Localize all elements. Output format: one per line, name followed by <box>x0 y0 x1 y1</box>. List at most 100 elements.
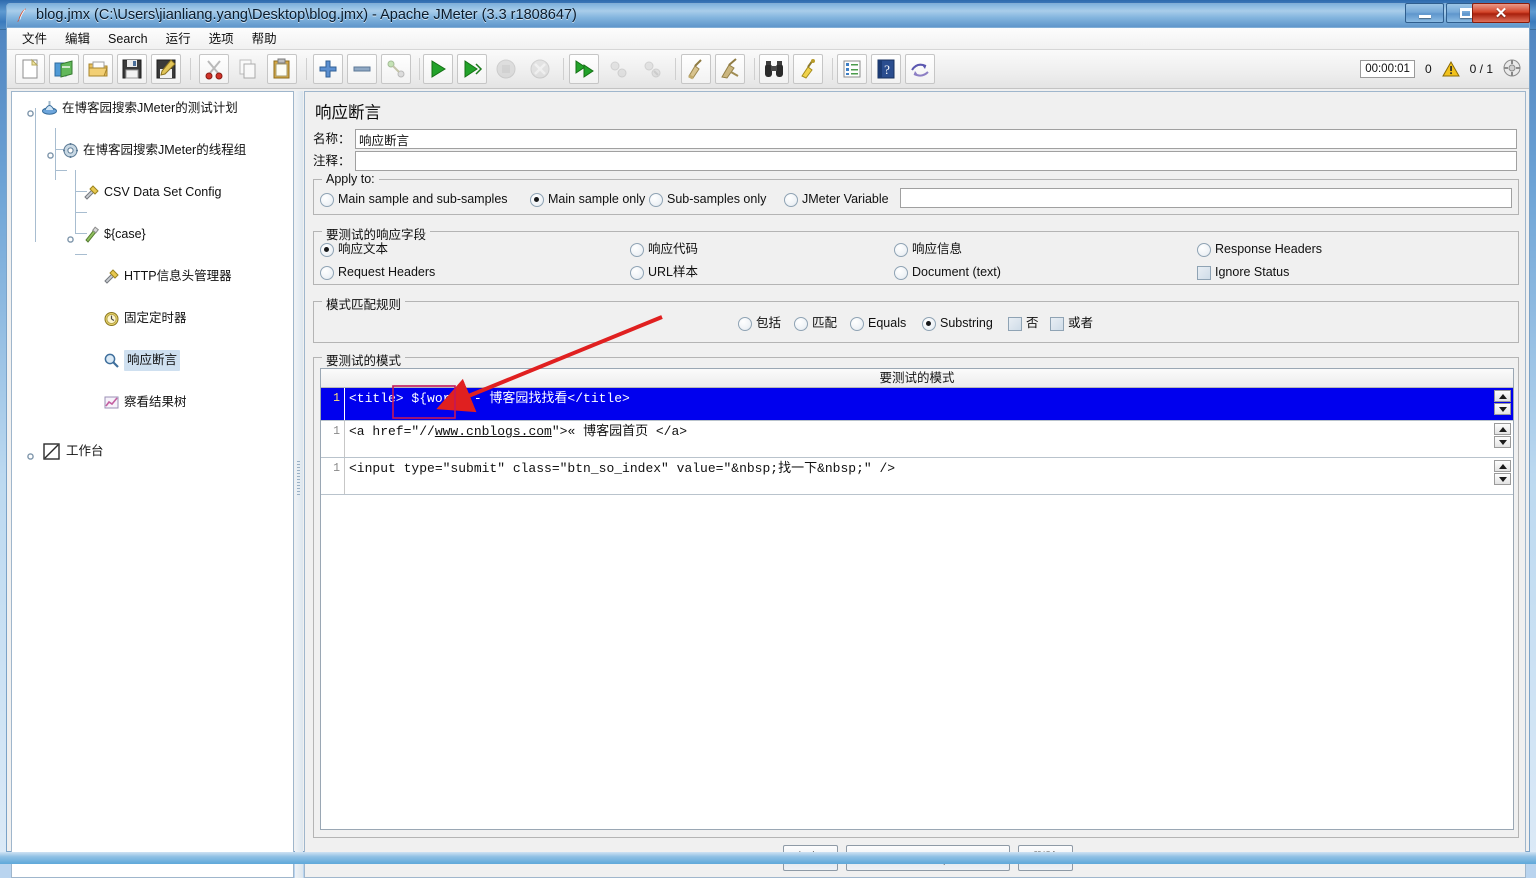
paste-button[interactable] <box>267 54 297 84</box>
row-scroll-up-button[interactable] <box>1494 460 1511 472</box>
templates-button[interactable] <box>49 54 79 84</box>
radio-request-headers[interactable]: Request Headers <box>320 263 435 281</box>
row-scroll-spinner[interactable] <box>1494 423 1511 448</box>
expand-handle-icon[interactable] <box>46 146 55 159</box>
radio-response-text[interactable]: 响应文本 <box>320 240 388 258</box>
row-scroll-up-button[interactable] <box>1494 390 1511 402</box>
test-plan-tree[interactable]: 在博客园搜索JMeter的测试计划 在博客园搜索JMeter的线程组 CSV D… <box>12 92 293 460</box>
minimize-button[interactable] <box>1405 3 1444 23</box>
tree-node-http-header-manager[interactable]: HTTP信息头管理器 <box>12 266 293 287</box>
row-text[interactable]: <a href="//www.cnblogs.com">« 博客园首页 </a> <box>349 421 1489 442</box>
name-input[interactable] <box>355 129 1517 149</box>
expand-handle-icon[interactable] <box>26 104 35 117</box>
radio-url-sample[interactable]: URL样本 <box>630 263 698 281</box>
start-no-pauses-button[interactable] <box>457 54 487 84</box>
toggle-button[interactable] <box>381 54 411 84</box>
open-folder-icon <box>88 61 108 77</box>
cut-button[interactable] <box>199 54 229 84</box>
menu-help[interactable]: 帮助 <box>243 28 286 50</box>
collapse-all-button[interactable] <box>347 54 377 84</box>
splitter-grip[interactable] <box>297 461 300 495</box>
warning-count: 0 <box>1424 62 1432 76</box>
row-scroll-spinner[interactable] <box>1494 460 1511 485</box>
search-reset-button[interactable] <box>793 54 823 84</box>
radio-main-and-sub-samples[interactable]: Main sample and sub-samples <box>320 190 508 208</box>
clear-button[interactable] <box>681 54 711 84</box>
radio-main-sample-only[interactable]: Main sample only <box>530 190 645 208</box>
row-scroll-up-button[interactable] <box>1494 423 1511 435</box>
test-plan-tree-panel[interactable]: 在博客园搜索JMeter的测试计划 在博客园搜索JMeter的线程组 CSV D… <box>11 91 294 878</box>
remote-start-icon <box>575 60 594 78</box>
tree-node-constant-timer[interactable]: 固定定时器 <box>12 308 293 329</box>
radio-jmeter-variable[interactable]: JMeter Variable <box>784 190 889 208</box>
jmeter-variable-input[interactable] <box>900 188 1512 208</box>
new-button[interactable] <box>15 54 45 84</box>
pane-splitter[interactable] <box>295 91 303 878</box>
view-results-tree-icon <box>103 394 120 411</box>
remote-presence-icon[interactable] <box>1503 59 1521 80</box>
menu-file[interactable]: 文件 <box>13 28 56 50</box>
radio-sub-samples-only[interactable]: Sub-samples only <box>649 190 766 208</box>
expand-handle-icon[interactable] <box>26 447 35 460</box>
page-title: 响应断言 <box>315 104 381 122</box>
row-text[interactable]: <input type="submit" class="btn_so_index… <box>349 458 1489 479</box>
remote-start-all-button[interactable] <box>569 54 599 84</box>
row-scroll-spinner[interactable] <box>1494 390 1511 415</box>
warning-triangle-icon[interactable] <box>1441 60 1460 77</box>
checkbox-ignore-status[interactable]: Ignore Status <box>1197 263 1289 281</box>
copy-button[interactable] <box>233 54 263 84</box>
open-button[interactable] <box>83 54 113 84</box>
tree-line <box>35 108 36 242</box>
table-row[interactable]: 1 <title> ${word} - 博客园找找看</title> <box>321 388 1513 421</box>
arrow-down-icon <box>1498 476 1507 482</box>
tree-node-response-assertion[interactable]: 响应断言 <box>12 350 293 371</box>
table-row[interactable]: 1 <input type="submit" class="btn_so_ind… <box>321 458 1513 495</box>
clear-all-button[interactable] <box>715 54 745 84</box>
comment-input[interactable] <box>355 151 1517 171</box>
toolbar-status-cluster: 00:00:01 0 0 / 1 <box>1360 58 1521 80</box>
search-button[interactable] <box>759 54 789 84</box>
close-button[interactable]: ✕ <box>1472 3 1530 23</box>
tree-node-label: 在博客园搜索JMeter的线程组 <box>83 143 247 157</box>
name-row: 名称： <box>313 129 1519 149</box>
row-scroll-down-button[interactable] <box>1494 473 1511 485</box>
row-scroll-down-button[interactable] <box>1494 403 1511 415</box>
tree-node-http-sampler[interactable]: ${case} <box>12 224 293 245</box>
menu-options[interactable]: 选项 <box>200 28 243 50</box>
tree-node-test-plan[interactable]: 在博客园搜索JMeter的测试计划 <box>12 98 293 119</box>
radio-substring[interactable]: Substring <box>922 314 993 332</box>
apply-to-group: Apply to: Main sample and sub-samples Ma… <box>313 172 1519 215</box>
save-button[interactable] <box>117 54 147 84</box>
radio-response-code[interactable]: 响应代码 <box>630 240 698 258</box>
workbench-icon <box>42 442 61 461</box>
menu-run[interactable]: 运行 <box>157 28 200 50</box>
help-button[interactable]: ? <box>871 54 901 84</box>
patterns-table[interactable]: 要测试的模式 1 <title> ${word} - 博客园找找看</title… <box>320 368 1514 830</box>
response-assertion-editor-panel: 响应断言 名称： 注释： Apply to: Main sample and s… <box>304 91 1526 878</box>
radio-equals[interactable]: Equals <box>850 314 906 332</box>
checkbox-not[interactable]: 否 <box>1008 314 1039 332</box>
save-as-button[interactable] <box>151 54 181 84</box>
radio-response-message[interactable]: 响应信息 <box>894 240 962 258</box>
tree-node-view-results-tree[interactable]: 察看结果树 <box>12 392 293 413</box>
row-text[interactable]: <title> ${word} - 博客园找找看</title> <box>349 388 1489 409</box>
menu-search[interactable]: Search <box>99 28 157 50</box>
function-helper-button[interactable] <box>837 54 867 84</box>
menu-edit[interactable]: 编辑 <box>56 28 99 50</box>
tree-node-workbench[interactable]: 工作台 <box>12 441 293 462</box>
tree-node-thread-group[interactable]: 在博客园搜索JMeter的线程组 <box>12 140 293 161</box>
row-number: 1 <box>321 458 345 494</box>
tree-node-csv-data-set-config[interactable]: CSV Data Set Config <box>12 182 293 203</box>
start-button[interactable] <box>423 54 453 84</box>
radio-response-headers[interactable]: Response Headers <box>1197 240 1322 258</box>
expand-all-button[interactable] <box>313 54 343 84</box>
checkbox-or[interactable]: 或者 <box>1050 314 1093 332</box>
undo-button[interactable] <box>905 54 935 84</box>
table-row[interactable]: 1 <a href="//www.cnblogs.com">« 博客园首页 </… <box>321 421 1513 458</box>
pattern-matching-rules-group: 模式匹配规则 包括 匹配 Equals Substring 否 或者 <box>313 294 1519 343</box>
expand-handle-icon[interactable] <box>66 230 75 243</box>
radio-document-text[interactable]: Document (text) <box>894 263 1001 281</box>
radio-contains[interactable]: 包括 <box>738 314 781 332</box>
radio-matches[interactable]: 匹配 <box>794 314 837 332</box>
row-scroll-down-button[interactable] <box>1494 436 1511 448</box>
